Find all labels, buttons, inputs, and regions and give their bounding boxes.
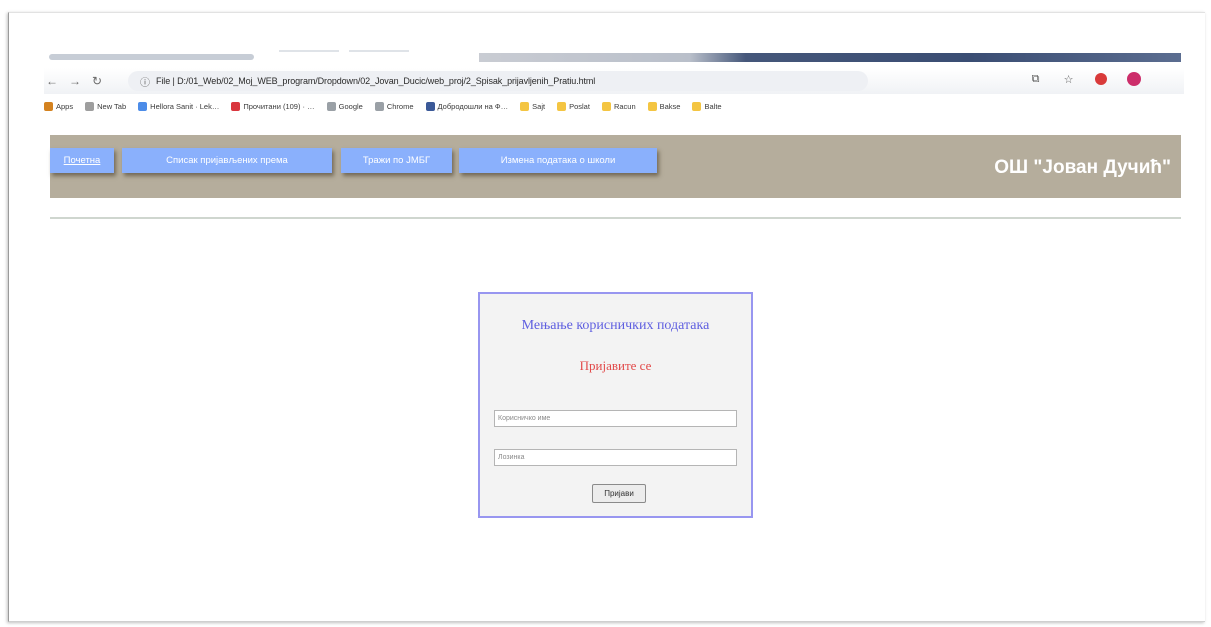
bookmark-item[interactable]: Apps bbox=[44, 101, 74, 111]
back-arrow-icon[interactable]: ← bbox=[46, 74, 58, 88]
bookmark-item[interactable]: Google bbox=[326, 101, 363, 111]
bookmark-item[interactable]: Chrome bbox=[374, 101, 414, 111]
divider bbox=[50, 217, 1181, 219]
login-subtitle: Пријавите се bbox=[579, 358, 652, 373]
bookmark-label: Bakse bbox=[659, 101, 681, 111]
google-icon bbox=[374, 101, 384, 111]
folder-icon bbox=[520, 101, 530, 111]
nav-registered-list-link[interactable]: Списак пријављених према bbox=[122, 148, 332, 173]
profile-icon[interactable] bbox=[1127, 72, 1141, 86]
school-brand: ОШ "Јован Дучић" bbox=[994, 157, 1171, 178]
login-title: Мењање корисничких података bbox=[521, 318, 710, 333]
folder-icon bbox=[601, 101, 611, 111]
reload-icon[interactable]: ↻ bbox=[92, 74, 102, 88]
bookmark-item[interactable]: Racun bbox=[601, 101, 636, 111]
opera-icon[interactable] bbox=[1095, 73, 1107, 85]
tab-inactive[interactable] bbox=[349, 50, 409, 52]
tab-inactive[interactable] bbox=[49, 54, 254, 60]
nav-search-jmbg-link[interactable]: Тражи по ЈМБГ bbox=[341, 148, 452, 173]
facebook-icon bbox=[425, 101, 435, 111]
browser-toolbar: ← → ↻ ⓘ File | D:/01_Web/02_Moj_WEB_prog… bbox=[44, 68, 1184, 94]
apps-grid-icon bbox=[44, 101, 53, 111]
tab-active[interactable] bbox=[479, 53, 1181, 62]
bookmark-label: Apps bbox=[56, 101, 74, 111]
info-icon[interactable]: ⓘ bbox=[140, 74, 150, 89]
bookmark-label: Racun bbox=[613, 101, 636, 111]
bookmark-item[interactable]: Sajt bbox=[520, 101, 546, 111]
gmail-icon bbox=[231, 101, 241, 111]
bookmark-label: Прочитани (109) · … bbox=[243, 101, 315, 111]
folder-icon bbox=[692, 101, 702, 111]
bookmark-item[interactable]: New Tab bbox=[85, 101, 127, 111]
bookmarks-bar: Apps New Tab Hellora Sanit · Lek… Прочитани… bbox=[44, 98, 1184, 114]
translate-icon[interactable]: ⧉ bbox=[1029, 73, 1042, 86]
login-submit-button[interactable]: Пријави bbox=[592, 484, 646, 503]
bookmark-item[interactable]: Bakse bbox=[647, 101, 681, 111]
bookmark-item[interactable]: Poslat bbox=[557, 101, 590, 111]
bookmark-label: Добродошли на Ф… bbox=[437, 101, 509, 111]
forward-arrow-icon[interactable]: → bbox=[69, 74, 81, 88]
login-card: Мењање корисничких података Пријавите се… bbox=[478, 292, 753, 518]
bookmark-label: New Tab bbox=[97, 101, 127, 111]
tab-inactive[interactable] bbox=[279, 50, 339, 52]
bookmark-item[interactable]: Hellora Sanit · Lek… bbox=[138, 101, 220, 111]
bookmark-item[interactable]: Добродошли на Ф… bbox=[425, 101, 509, 111]
page-icon-icon bbox=[85, 101, 95, 111]
folder-icon bbox=[647, 101, 657, 111]
bookmark-item[interactable]: Balte bbox=[692, 101, 722, 111]
google-icon bbox=[326, 101, 336, 111]
bookmark-item[interactable]: Прочитани (109) · … bbox=[231, 101, 315, 111]
bookmark-label: Balte bbox=[704, 101, 722, 111]
nav-edit-school-link[interactable]: Измена података о школи bbox=[459, 148, 657, 173]
bookmark-label: Hellora Sanit · Lek… bbox=[150, 101, 220, 111]
bookmark-label: Sajt bbox=[532, 101, 546, 111]
password-input[interactable] bbox=[494, 449, 737, 466]
bookmark-label: Chrome bbox=[386, 101, 414, 111]
bookmark-label: Google bbox=[338, 101, 363, 111]
star-icon[interactable]: ☆ bbox=[1062, 73, 1075, 86]
username-input[interactable] bbox=[494, 410, 737, 427]
shield-icon bbox=[138, 101, 148, 111]
bookmark-label: Poslat bbox=[569, 101, 590, 111]
address-text[interactable]: File | D:/01_Web/02_Moj_WEB_program/Drop… bbox=[156, 76, 595, 86]
nav-home-link[interactable]: Почетна bbox=[50, 148, 114, 173]
folder-icon bbox=[557, 101, 567, 111]
tab-strip bbox=[49, 50, 1181, 64]
site-header: Почетна Списак пријављених према Тражи п… bbox=[50, 135, 1181, 198]
address-bar[interactable]: ⓘ File | D:/01_Web/02_Moj_WEB_program/Dr… bbox=[128, 71, 868, 91]
